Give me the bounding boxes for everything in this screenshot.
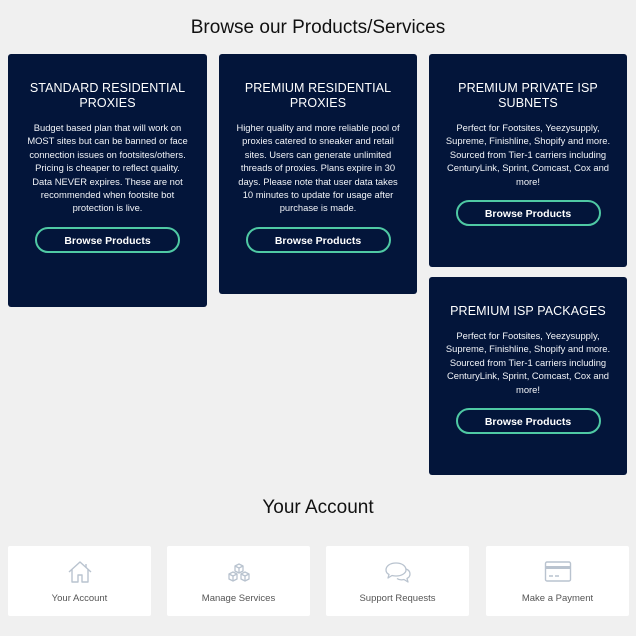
product-card-title: PREMIUM ISP PACKAGES: [450, 304, 606, 318]
cubes-icon: [227, 563, 250, 582]
product-card-title: PREMIUM RESIDENTIAL PROXIES: [244, 81, 392, 110]
browse-products-button[interactable]: Browse Products: [35, 226, 180, 253]
browse-products-button[interactable]: Browse Products: [455, 408, 601, 435]
browse-products-button[interactable]: Browse Products: [455, 200, 601, 227]
account-section-title: Your Account: [262, 497, 374, 518]
product-card-premium-private-isp-subnets: PREMIUM PRIVATE ISP SUBNETS Perfect for …: [429, 54, 627, 267]
support-requests-tile[interactable]: Support Requests: [326, 546, 469, 616]
home-icon: [68, 561, 91, 583]
product-card-description: Perfect for Footsites, Yeezysupply, Supr…: [445, 122, 611, 187]
tile-label: Manage Services: [201, 593, 276, 604]
product-card-description: Perfect for Footsites, Yeezysupply, Supr…: [445, 330, 611, 395]
browse-products-button[interactable]: Browse Products: [245, 226, 391, 253]
product-card-title: STANDARD RESIDENTIAL PROXIES: [29, 81, 186, 110]
product-card-premium-isp-packages: PREMIUM ISP PACKAGES Perfect for Footsit…: [429, 277, 627, 475]
product-card-description: Budget based plan that will work on MOST…: [27, 122, 188, 214]
credit-card-icon: [544, 561, 571, 582]
product-card-premium-residential: PREMIUM RESIDENTIAL PROXIES Higher quali…: [219, 54, 417, 294]
tile-label: Support Requests: [359, 593, 436, 604]
products-section-title: Browse our Products/Services: [190, 17, 446, 38]
product-card-description: Higher quality and more reliable pool of…: [236, 122, 400, 214]
product-card-standard-residential: STANDARD RESIDENTIAL PROXIES Budget base…: [8, 54, 207, 307]
your-account-tile[interactable]: Your Account: [8, 546, 151, 616]
product-card-title: PREMIUM PRIVATE ISP SUBNETS: [458, 81, 598, 110]
manage-services-tile[interactable]: Manage Services: [167, 546, 310, 616]
chat-bubbles-icon: [384, 562, 411, 583]
tile-label: Make a Payment: [521, 593, 594, 604]
make-a-payment-tile[interactable]: Make a Payment: [486, 546, 629, 616]
tile-label: Your Account: [51, 593, 108, 604]
